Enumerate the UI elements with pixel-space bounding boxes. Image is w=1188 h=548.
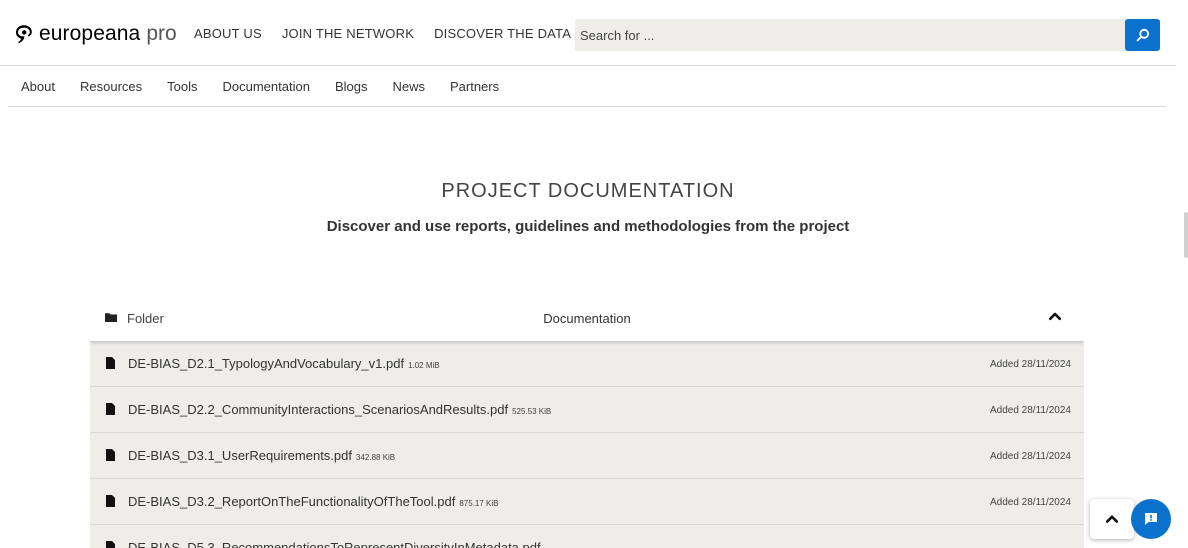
subnav-about[interactable]: About <box>21 79 55 94</box>
file-added-date: Added 28/11/2024 <box>989 497 1071 508</box>
nav-join-the-network[interactable]: JOIN THE NETWORK <box>282 26 414 41</box>
file-name: DE-BIAS_D2.1_TypologyAndVocabulary_v1.pd… <box>128 356 405 371</box>
folder-title: Documentation <box>543 311 631 326</box>
file-icon <box>106 449 115 461</box>
file-name: DE-BIAS_D3.2_ReportOnTheFunctionalityOfT… <box>128 494 456 509</box>
nav-discover-the-data[interactable]: DISCOVER THE DATA <box>434 26 571 41</box>
subnav-tools[interactable]: Tools <box>167 79 197 94</box>
folder-header[interactable]: Folder Documentation <box>90 295 1084 341</box>
subnav-partners[interactable]: Partners <box>450 79 499 94</box>
feedback-button[interactable] <box>1131 499 1171 539</box>
file-size: 525.53 KiB <box>512 407 552 416</box>
page-subtitle: Discover and use reports, guidelines and… <box>326 218 850 235</box>
file-row[interactable]: DE-BIAS_D3.2_ReportOnTheFunctionalityOfT… <box>90 479 1084 525</box>
page-title: PROJECT DOCUMENTATION <box>441 180 735 202</box>
file-row[interactable]: DE-BIAS_D2.2_CommunityInteractions_Scena… <box>90 387 1084 433</box>
search-icon <box>1136 28 1149 42</box>
file-link[interactable]: DE-BIAS_D3.1_UserRequirements.pdf 342.88 … <box>128 448 395 463</box>
feedback-icon <box>1145 513 1157 525</box>
search-bar <box>575 19 1160 51</box>
brand-name: europeana <box>39 22 141 45</box>
file-link[interactable]: DE-BIAS_D2.1_TypologyAndVocabulary_v1.pd… <box>128 356 440 371</box>
file-list: DE-BIAS_D2.1_TypologyAndVocabulary_v1.pd… <box>90 341 1084 548</box>
brand-suffix: pro <box>146 22 177 45</box>
search-button[interactable] <box>1125 19 1160 51</box>
file-name: DE-BIAS_D3.1_UserRequirements.pdf <box>128 448 352 463</box>
file-icon <box>106 357 115 369</box>
file-icon <box>106 541 115 548</box>
file-link[interactable]: DE-BIAS_D3.2_ReportOnTheFunctionalityOfT… <box>128 494 498 509</box>
europeana-pro-logo[interactable]: europeana pro <box>12 21 177 47</box>
back-to-top-button[interactable] <box>1090 499 1134 539</box>
subnav-documentation[interactable]: Documentation <box>222 79 309 94</box>
top-navigation: ABOUT US JOIN THE NETWORK DISCOVER THE D… <box>194 26 571 41</box>
file-size: 342.88 KiB <box>356 453 396 462</box>
file-size: 875.17 KiB <box>459 499 499 508</box>
chevron-up-icon[interactable] <box>1048 309 1062 323</box>
file-added-date: Added 28/11/2024 <box>989 359 1071 370</box>
file-icon <box>106 495 115 507</box>
europeana-logo-icon <box>16 25 32 44</box>
file-link[interactable]: DE-BIAS_D2.2_CommunityInteractions_Scena… <box>128 402 551 417</box>
documentation-folder-panel: Folder Documentation DE-BIAS_D2.1_Typolo… <box>90 295 1084 548</box>
file-row[interactable]: DE-BIAS_D2.1_TypologyAndVocabulary_v1.pd… <box>90 341 1084 387</box>
subnav-blogs[interactable]: Blogs <box>335 79 368 94</box>
section-navigation: About Resources Tools Documentation Blog… <box>8 66 1166 107</box>
subnav-resources[interactable]: Resources <box>80 79 142 94</box>
file-added-date: Added 28/11/2024 <box>989 451 1071 462</box>
file-name: DE-BIAS_D2.2_CommunityInteractions_Scena… <box>128 402 509 417</box>
subnav-news[interactable]: News <box>392 79 425 94</box>
file-name: DE-BIAS_D5.3_RecommendationsToRepresentD… <box>128 540 541 548</box>
file-size: 1.02 MiB <box>408 361 440 370</box>
file-icon <box>106 403 115 415</box>
nav-about-us[interactable]: ABOUT US <box>194 26 262 41</box>
file-row[interactable]: DE-BIAS_D5.3_RecommendationsToRepresentD… <box>90 525 1084 548</box>
search-input[interactable] <box>575 19 1123 51</box>
file-link[interactable]: DE-BIAS_D5.3_RecommendationsToRepresentD… <box>128 540 545 548</box>
chevron-up-icon <box>1105 515 1119 523</box>
file-added-date: Added 28/11/2024 <box>989 405 1071 416</box>
page-scrollbar[interactable] <box>1184 212 1188 258</box>
site-header: europeana pro ABOUT US JOIN THE NETWORK … <box>0 0 1176 66</box>
file-row[interactable]: DE-BIAS_D3.1_UserRequirements.pdf 342.88 … <box>90 433 1084 479</box>
